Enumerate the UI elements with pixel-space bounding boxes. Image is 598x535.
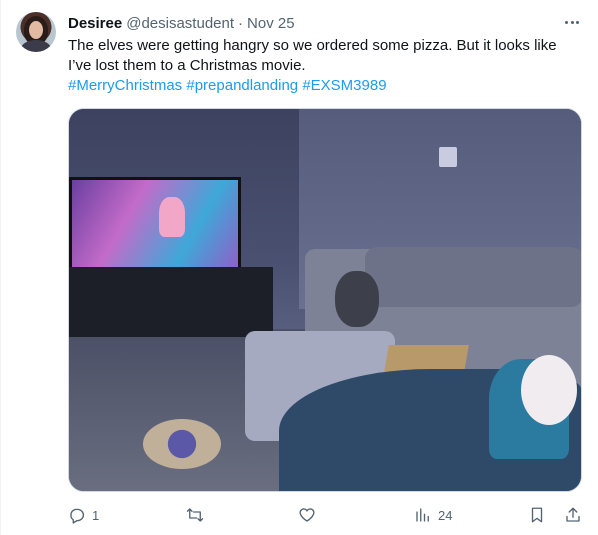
photo-outlet — [439, 147, 457, 167]
avatar[interactable] — [16, 12, 56, 52]
bookmark-button[interactable] — [528, 505, 546, 525]
heart-icon — [299, 508, 315, 522]
tweet-date[interactable]: Nov 25 — [247, 15, 295, 32]
photo-rug — [143, 419, 221, 469]
photo-tv — [69, 177, 241, 273]
tweet-photo[interactable] — [68, 108, 582, 492]
hashtag-link[interactable]: #EXSM3989 — [302, 77, 386, 94]
tweet-text: The elves were getting hangry so we orde… — [68, 37, 557, 74]
hashtag-link[interactable]: #MerryChristmas — [68, 77, 182, 94]
action-bar: 1 24 — [68, 505, 582, 525]
photo-santa-hat — [521, 355, 577, 425]
retweet-icon — [186, 508, 204, 522]
more-options-icon[interactable] — [562, 14, 582, 30]
avatar-shirt — [21, 40, 51, 52]
share-icon — [566, 507, 580, 522]
retweet-button[interactable] — [186, 505, 210, 525]
reply-icon — [70, 508, 85, 524]
avatar-face — [29, 21, 43, 39]
reply-button[interactable]: 1 — [68, 505, 99, 525]
photo-couch-back — [365, 247, 581, 307]
bookmark-icon — [531, 507, 543, 523]
author-handle[interactable]: @desisastudent — [126, 15, 234, 32]
like-button[interactable] — [298, 505, 322, 525]
author-name[interactable]: Desiree — [68, 15, 122, 32]
tweet-header: Desiree @desisastudent · Nov 25 — [68, 13, 295, 33]
photo-tv-stand — [69, 267, 273, 337]
views-button[interactable]: 24 — [414, 505, 452, 525]
header-separator: · — [238, 14, 244, 32]
photo-tv-character — [159, 197, 185, 237]
photo-cat — [335, 271, 379, 327]
thread-line — [0, 0, 1, 535]
hashtag-row: #MerryChristmas #prepandlanding #EXSM398… — [68, 76, 387, 96]
share-button[interactable] — [564, 505, 582, 525]
analytics-icon — [416, 508, 429, 522]
hashtag-link[interactable]: #prepandlanding — [186, 77, 298, 94]
views-count: 24 — [438, 507, 453, 523]
reply-count: 1 — [92, 507, 100, 523]
